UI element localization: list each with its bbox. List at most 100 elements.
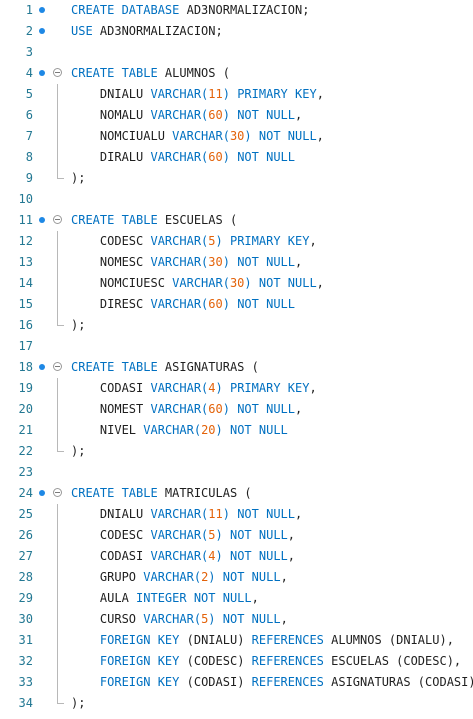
code-line[interactable]: 21 NIVEL VARCHAR(20) NOT NULL: [0, 420, 473, 441]
line-number: 18: [18, 360, 33, 374]
keyword-token: NOT NULL: [229, 528, 288, 542]
fold-guide-line: [57, 672, 58, 693]
code-line[interactable]: 34);: [0, 693, 473, 714]
fold-guide-line: [57, 651, 58, 672]
text-token: );: [71, 696, 86, 710]
number-token: 30: [208, 255, 223, 269]
code-line[interactable]: 14 NOMCIUESC VARCHAR(30) NOT NULL,: [0, 273, 473, 294]
fold-collapse-icon[interactable]: [53, 362, 62, 371]
code-line[interactable]: 15 DIRESC VARCHAR(60) NOT NULL: [0, 294, 473, 315]
code-line[interactable]: 33 FOREIGN KEY (CODASI) REFERENCES ASIGN…: [0, 672, 473, 693]
code-line[interactable]: 25 DNIALU VARCHAR(11) NOT NULL,: [0, 504, 473, 525]
code-line[interactable]: 7 NOMCIUALU VARCHAR(30) NOT NULL,: [0, 126, 473, 147]
keyword-token: ): [208, 612, 216, 626]
code-line[interactable]: 17: [0, 336, 473, 357]
code-line[interactable]: 5 DNIALU VARCHAR(11) PRIMARY KEY,: [0, 84, 473, 105]
code-text: NOMESC VARCHAR(30) NOT NULL,: [71, 252, 302, 273]
keyword-token: NOT NULL: [237, 507, 295, 521]
statement-marker-icon[interactable]: [39, 217, 45, 223]
keyword-token: CREATE TABLE: [71, 486, 158, 500]
text-token: ,: [280, 570, 288, 584]
line-number: 25: [18, 507, 33, 521]
text-token: ,: [309, 381, 317, 395]
line-number: 30: [18, 612, 33, 626]
text-token: ,: [251, 591, 259, 605]
text-token: CURSO: [99, 612, 144, 626]
text-token: CODASI: [99, 549, 151, 563]
code-line[interactable]: 10: [0, 189, 473, 210]
keyword-token: NOT NULL: [237, 150, 295, 164]
code-line[interactable]: 16);: [0, 315, 473, 336]
fold-guide-line: [57, 630, 58, 651]
line-number: 20: [18, 402, 33, 416]
code-line[interactable]: 20 NOMEST VARCHAR(60) NOT NULL,: [0, 399, 473, 420]
fold-collapse-icon[interactable]: [53, 215, 62, 224]
fold-guide-line: [57, 525, 58, 546]
text-token: NOMESC: [99, 255, 151, 269]
keyword-token: VARCHAR(: [172, 276, 230, 290]
keyword-token: VARCHAR(: [150, 549, 209, 563]
code-text: );: [71, 693, 85, 714]
code-line[interactable]: 6 NOMALU VARCHAR(60) NOT NULL,: [0, 105, 473, 126]
code-line[interactable]: 12 CODESC VARCHAR(5) PRIMARY KEY,: [0, 231, 473, 252]
code-editor[interactable]: 1 CREATE DATABASE AD3NORMALIZACION; 2 USE A…: [0, 0, 473, 719]
number-token: 4: [208, 381, 216, 395]
code-line[interactable]: 1 CREATE DATABASE AD3NORMALIZACION;: [0, 0, 473, 21]
code-line[interactable]: 26 CODESC VARCHAR(5) NOT NULL,: [0, 525, 473, 546]
line-number: 24: [18, 486, 33, 500]
code-line[interactable]: 8 DIRALU VARCHAR(60) NOT NULL: [0, 147, 473, 168]
text-token: (CODASI): [179, 675, 252, 689]
text-token: (DNIALU): [179, 633, 252, 647]
code-text: FOREIGN KEY (CODASI) REFERENCES ASIGNATU…: [71, 672, 473, 693]
code-line[interactable]: 27 CODASI VARCHAR(4) NOT NULL,: [0, 546, 473, 567]
code-line[interactable]: 24 CREATE TABLE MATRICULAS (: [0, 483, 473, 504]
statement-marker-icon[interactable]: [39, 70, 45, 76]
code-line[interactable]: 32 FOREIGN KEY (CODESC) REFERENCES ESCUE…: [0, 651, 473, 672]
fold-guide-line: [57, 273, 58, 294]
line-number: 8: [25, 150, 33, 164]
code-line[interactable]: 23: [0, 462, 473, 483]
code-line[interactable]: 11 CREATE TABLE ESCUELAS (: [0, 210, 473, 231]
code-text: CURSO VARCHAR(5) NOT NULL,: [71, 609, 288, 630]
fold-guide-line: [57, 147, 58, 168]
statement-marker-icon[interactable]: [39, 364, 45, 370]
text-token: DNIALU: [99, 507, 151, 521]
code-line[interactable]: 9);: [0, 168, 473, 189]
code-text: NOMEST VARCHAR(60) NOT NULL,: [71, 399, 302, 420]
keyword-token: CREATE TABLE: [71, 213, 158, 227]
code-text: FOREIGN KEY (DNIALU) REFERENCES ALUMNOS …: [71, 630, 454, 651]
code-line[interactable]: 31 FOREIGN KEY (DNIALU) REFERENCES ALUMN…: [0, 630, 473, 651]
text-token: ASIGNATURAS (: [157, 360, 259, 374]
code-line[interactable]: 19 CODASI VARCHAR(4) PRIMARY KEY,: [0, 378, 473, 399]
fold-collapse-icon[interactable]: [53, 68, 62, 77]
text-token: NOMCIUALU: [99, 129, 173, 143]
code-line[interactable]: 22);: [0, 441, 473, 462]
code-line[interactable]: 30 CURSO VARCHAR(5) NOT NULL,: [0, 609, 473, 630]
fold-collapse-icon[interactable]: [53, 488, 62, 497]
text-token: CODASI: [99, 381, 151, 395]
code-text: NOMCIUESC VARCHAR(30) NOT NULL,: [71, 273, 324, 294]
statement-marker-icon[interactable]: [39, 7, 45, 13]
code-text: DIRALU VARCHAR(60) NOT NULL: [71, 147, 295, 168]
code-line[interactable]: 4 CREATE TABLE ALUMNOS (: [0, 63, 473, 84]
code-line[interactable]: 13 NOMESC VARCHAR(30) NOT NULL,: [0, 252, 473, 273]
keyword-token: NOT NULL: [258, 276, 317, 290]
keyword-token: VARCHAR(: [150, 150, 209, 164]
code-line[interactable]: 2 USE AD3NORMALIZACION;: [0, 21, 473, 42]
code-line[interactable]: 28 GRUPO VARCHAR(2) NOT NULL,: [0, 567, 473, 588]
code-line[interactable]: 29 AULA INTEGER NOT NULL,: [0, 588, 473, 609]
fold-guide-line: [57, 231, 58, 252]
code-line[interactable]: 18 CREATE TABLE ASIGNATURAS (: [0, 357, 473, 378]
line-number: 23: [18, 465, 33, 479]
statement-marker-icon[interactable]: [39, 490, 45, 496]
number-token: 20: [201, 423, 216, 437]
text-token: ASIGNATURAS (CODASI): [323, 675, 473, 689]
statement-marker-icon[interactable]: [39, 28, 45, 34]
line-number: 14: [18, 276, 33, 290]
code-line[interactable]: 3: [0, 42, 473, 63]
